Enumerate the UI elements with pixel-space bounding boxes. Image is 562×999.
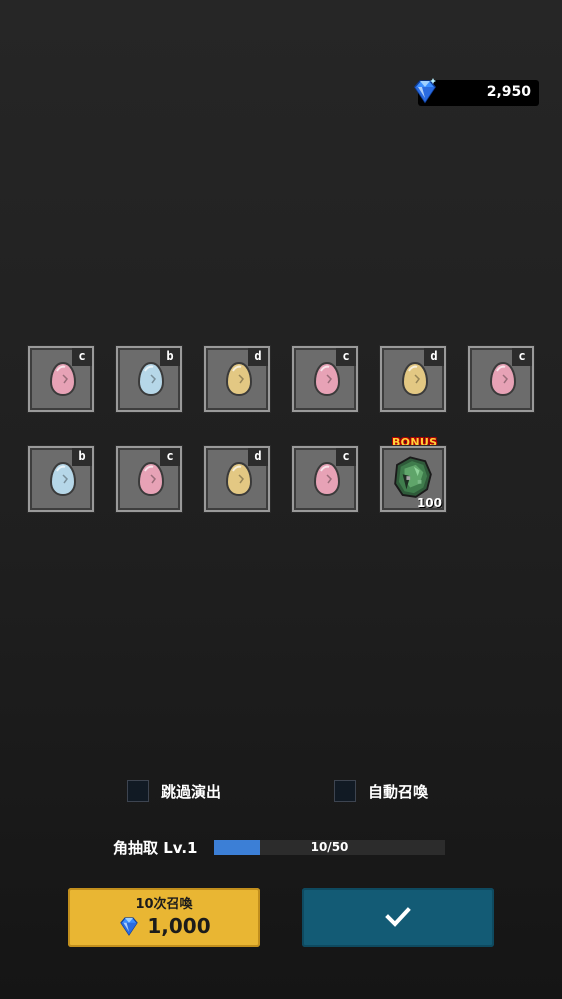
result-item-slot[interactable]: c <box>116 446 182 512</box>
grade-badge: c <box>72 348 92 366</box>
summon-10-title: 10次召喚 <box>135 897 193 912</box>
pink-egg-icon <box>49 361 77 397</box>
auto-summon-toggle[interactable]: 自動召喚 <box>334 780 428 802</box>
grade-badge: d <box>248 348 268 366</box>
yellow-egg-icon <box>401 361 429 397</box>
checkmark-icon <box>385 907 411 927</box>
grade-badge: c <box>336 348 356 366</box>
result-item-slot[interactable]: d <box>204 446 270 512</box>
pink-egg-icon <box>137 461 165 497</box>
pink-egg-icon <box>489 361 517 397</box>
result-item-slot[interactable]: c <box>292 446 358 512</box>
confirm-button[interactable] <box>302 888 494 947</box>
grade-badge: d <box>424 348 444 366</box>
grade-badge: c <box>160 448 180 466</box>
blue-egg-icon <box>137 361 165 397</box>
progress-text: 10/50 <box>310 840 349 854</box>
skip-animation-label: 跳過演出 <box>161 782 222 801</box>
blue-egg-icon <box>49 461 77 497</box>
pink-egg-icon <box>313 461 341 497</box>
auto-summon-checkbox[interactable] <box>334 780 356 802</box>
summon-cost: 1,000 <box>147 914 211 938</box>
summon-level-label: 角抽取 Lv.1 <box>113 839 198 857</box>
result-item-slot[interactable]: d <box>204 346 270 412</box>
summon-cost-row: 1,000 <box>68 914 260 938</box>
diamond-gem-icon <box>120 917 139 936</box>
grade-badge: b <box>160 348 180 366</box>
diamond-gem-icon <box>414 78 436 104</box>
grade-badge: d <box>248 448 268 466</box>
auto-summon-label: 自動召喚 <box>368 782 429 801</box>
yellow-egg-icon <box>225 361 253 397</box>
skip-animation-checkbox[interactable] <box>127 780 149 802</box>
gem-balance-amount: 2,950 <box>486 84 531 100</box>
grade-badge: c <box>512 348 532 366</box>
summon-10-button[interactable]: 10次召喚 1,000 <box>68 888 260 947</box>
gem-balance: 2,950 <box>414 78 539 106</box>
skip-animation-toggle[interactable]: 跳過演出 <box>127 780 221 802</box>
result-item-slot[interactable]: b <box>28 446 94 512</box>
result-item-slot[interactable]: c <box>468 346 534 412</box>
result-item-slot[interactable]: c <box>28 346 94 412</box>
bonus-item-slot[interactable]: 100 <box>380 446 446 512</box>
grade-badge: c <box>336 448 356 466</box>
bonus-item-count: 100 <box>416 496 442 510</box>
result-item-slot[interactable]: d <box>380 346 446 412</box>
summon-level-progress-bar: 10/50 <box>214 840 445 855</box>
pink-egg-icon <box>313 361 341 397</box>
yellow-egg-icon <box>225 461 253 497</box>
grade-badge: b <box>72 448 92 466</box>
result-item-slot[interactable]: b <box>116 346 182 412</box>
result-item-slot[interactable]: c <box>292 346 358 412</box>
